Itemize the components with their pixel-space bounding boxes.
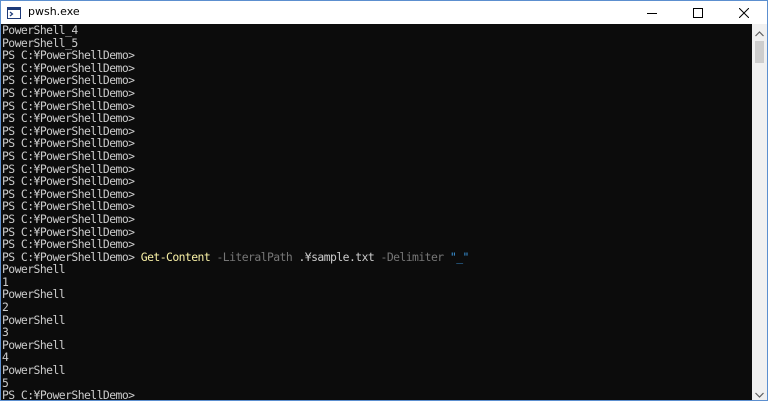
parameter-literalpath: -LiteralPath [210, 249, 293, 264]
console-output[interactable]: PowerShell_4 PowerShell_5 PS C:¥PowerShell… [1, 24, 752, 400]
title-bar[interactable]: pwsh.exe [1, 1, 767, 24]
output-line: PowerShell [2, 337, 66, 352]
minimize-button[interactable] [629, 1, 675, 24]
close-icon [738, 3, 750, 22]
command-line: PS C:¥PowerShellDemo> Get-Content -Liter… [1, 249, 752, 264]
output-line: PowerShell [2, 363, 66, 378]
parameter-delimiter: -Delimiter [374, 249, 445, 264]
scroll-thumb[interactable] [755, 41, 764, 63]
output-line: 3 [2, 325, 9, 340]
cmdlet-name: Get-Content [140, 249, 211, 264]
console-line: PS C:¥PowerShellDemo> [2, 211, 135, 226]
console-line: PowerShell_4 [2, 24, 78, 37]
vertical-scrollbar[interactable] [752, 24, 767, 400]
maximize-button[interactable] [675, 1, 721, 24]
powershell-icon [7, 5, 21, 19]
console-line: PS C:¥PowerShellDemo> [2, 148, 135, 163]
console-line: PS C:¥PowerShellDemo> [2, 174, 135, 189]
console-line: PS C:¥PowerShellDemo> [2, 48, 135, 63]
console-line: PS C:¥PowerShellDemo> [2, 85, 135, 100]
scroll-down-button[interactable] [752, 385, 767, 400]
maximize-icon [693, 3, 703, 22]
console-window: pwsh.exe PowerShell_4 PowerShell_5 PS C:¥P… [0, 0, 768, 401]
argument-delimiter-string: "_" [443, 249, 469, 264]
console-line: PS C:¥PowerShellDemo> [2, 111, 135, 126]
output-line: PowerShell [2, 312, 66, 327]
command-output: PowerShell 1 PowerShell 2 PowerShell 3 PowerSh… [1, 263, 752, 400]
console-history: PowerShell_4 PowerShell_5 PS C:¥PowerShell… [1, 24, 752, 251]
scroll-down-arrow-icon [755, 383, 764, 401]
scroll-track[interactable] [752, 39, 767, 385]
output-line: 2 [2, 300, 9, 315]
minimize-icon [647, 3, 657, 22]
output-line: 1 [2, 274, 9, 289]
output-line: PowerShell [2, 287, 66, 302]
window-title: pwsh.exe [28, 5, 80, 18]
output-line: PowerShell [2, 262, 66, 277]
scroll-up-button[interactable] [752, 24, 767, 39]
output-line: 4 [2, 350, 9, 365]
argument-path: .¥sample.txt [292, 249, 375, 264]
close-button[interactable] [721, 1, 767, 24]
output-line: PS C:¥PowerShellDemo> [2, 388, 135, 400]
